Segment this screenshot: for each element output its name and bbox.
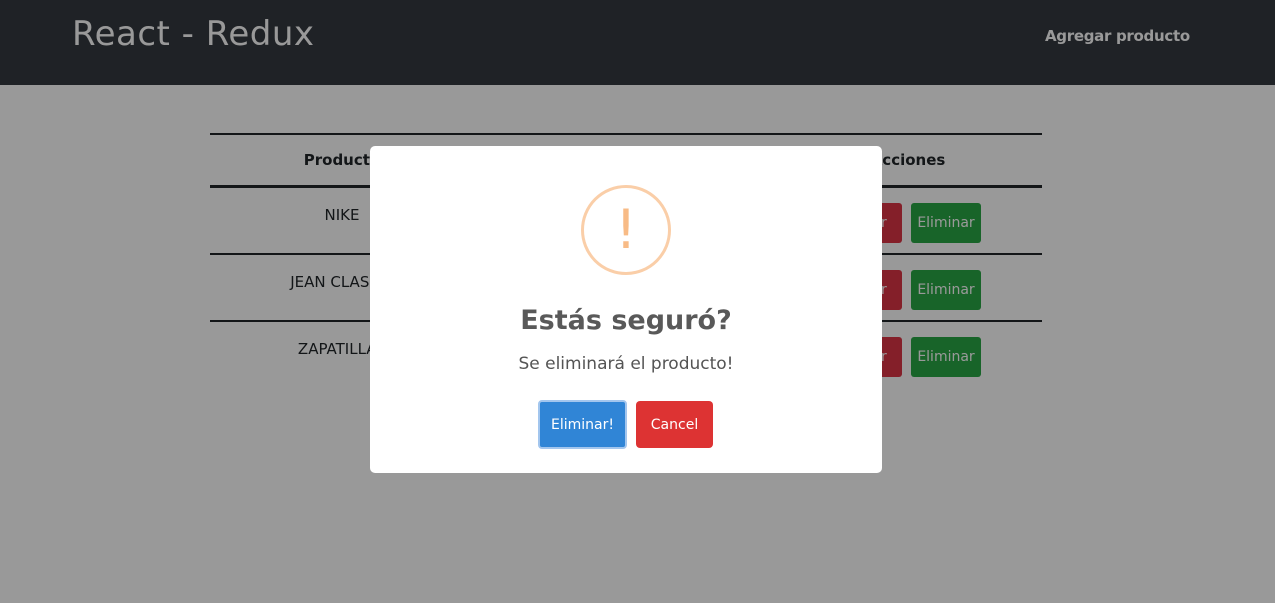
modal-text: Se eliminará el producto! — [518, 354, 734, 374]
warning-icon: ! — [581, 185, 671, 275]
confirm-delete-button[interactable]: Eliminar! — [538, 400, 627, 449]
confirm-delete-modal: ! Estás seguró? Se eliminará el producto… — [370, 146, 882, 473]
cancel-button[interactable]: Cancel — [636, 401, 713, 448]
modal-title: Estás seguró? — [520, 305, 732, 336]
